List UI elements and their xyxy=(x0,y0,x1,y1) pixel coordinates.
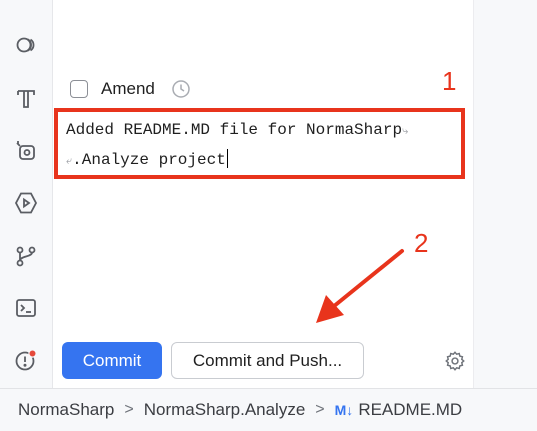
markdown-file-icon: M↓ xyxy=(334,402,354,418)
commit-message-line-1: Added README.MD file for NormaSharp⤷ xyxy=(66,121,408,139)
ai-assistant-icon[interactable] xyxy=(13,138,39,164)
commit-message-line-2: ⤶.Analyze project xyxy=(66,149,229,169)
git-branch-icon[interactable] xyxy=(13,243,39,269)
breadcrumb-separator: > xyxy=(315,401,325,418)
annotation-arrow-icon xyxy=(316,249,404,323)
breadcrumb-item-file[interactable]: README.MD xyxy=(358,400,462,420)
problems-icon[interactable] xyxy=(13,347,39,373)
history-clock-icon[interactable] xyxy=(171,79,191,99)
annotation-number-2: 2 xyxy=(414,228,429,258)
right-tool-strip xyxy=(473,0,537,388)
run-icon[interactable] xyxy=(13,190,39,216)
amend-checkbox[interactable] xyxy=(70,80,88,98)
amend-label: Amend xyxy=(101,79,155,98)
amend-row: Amend xyxy=(70,76,191,102)
soft-wrap-icon: ⤷ xyxy=(402,126,409,138)
text-caret xyxy=(226,149,229,168)
commit-message-text-2: .Analyze project xyxy=(72,151,226,169)
terminal-icon[interactable] xyxy=(13,295,39,321)
commit-panel xyxy=(53,0,473,388)
annotation-number-1: 1 xyxy=(442,66,457,96)
breadcrumb-item-project[interactable]: NormaSharp xyxy=(18,400,114,420)
breadcrumb-item-module[interactable]: NormaSharp.Analyze xyxy=(144,400,306,420)
commit-and-push-button[interactable]: Commit and Push... xyxy=(171,342,364,379)
commit-message-input[interactable]: Added README.MD file for NormaSharp⤷ ⤶.A… xyxy=(54,108,465,179)
tool-window-sidebar xyxy=(0,0,53,388)
breadcrumb: NormaSharp > NormaSharp.Analyze > M↓ REA… xyxy=(0,388,537,431)
commit-message-text-1: Added README.MD file for NormaSharp xyxy=(66,121,403,139)
commit-button[interactable]: Commit xyxy=(62,342,162,379)
text-format-icon[interactable] xyxy=(13,86,39,112)
breadcrumb-separator: > xyxy=(124,401,134,418)
gear-icon[interactable] xyxy=(444,350,466,372)
commit-icon[interactable] xyxy=(13,32,39,58)
